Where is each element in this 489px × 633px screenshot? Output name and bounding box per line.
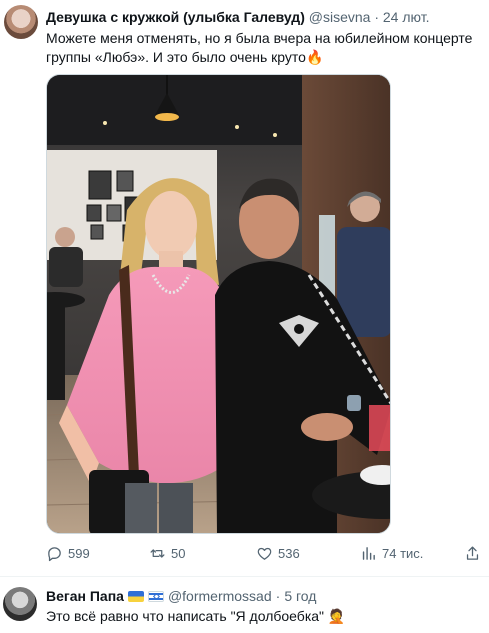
reply-timestamp[interactable]: 5 год [284,588,316,605]
tweet-divider [0,576,489,577]
reply-author-handle[interactable]: @formermossad [168,588,272,605]
reply-author-avatar[interactable] [3,587,37,621]
heart-icon [257,547,272,560]
views-count: 74 тис. [382,546,424,561]
bar-chart-icon [362,547,375,560]
share-button[interactable] [464,545,481,562]
like-button[interactable]: 536 [256,545,300,562]
tweet-header: Девушка с кружкой (улыбка Галевуд) @sise… [46,9,429,26]
views-button[interactable]: 74 тис. [360,545,423,562]
comment-icon [48,547,61,562]
tweet-timestamp[interactable]: 24 лют. [383,9,430,25]
tweet[interactable]: Девушка с кружкой (улыбка Галевуд) @sise… [0,0,489,576]
reply-header: Веган Папа @formermossad · 5 год [46,588,316,605]
tweet-text: Можете меня отменять, но я была вчера на… [46,30,473,65]
separator-dot: · [374,9,379,25]
share-icon [466,546,479,560]
separator-dot: · [275,588,281,604]
reply-button[interactable]: 599 [46,545,90,562]
author-name[interactable]: Девушка с кружкой (улыбка Галевуд) [46,9,305,25]
tweet-actions: 599 50 536 74 тис. [46,545,482,565]
tweet-photo[interactable] [46,74,391,534]
photo-illustration [47,75,390,533]
author-avatar[interactable] [4,5,38,39]
reply-count: 599 [68,546,90,561]
retweet-button[interactable]: 50 [149,545,185,562]
like-count: 536 [278,546,300,561]
author-handle[interactable]: @sisevna [309,9,371,25]
ukraine-flag-icon [127,591,144,602]
retweet-icon [150,549,165,558]
retweet-count: 50 [171,546,186,561]
israel-flag-icon [147,591,164,602]
reply-text: Это всё равно что написать "Я долбоебка"… [46,608,346,624]
reply-author-name[interactable]: Веган Папа [46,588,124,605]
